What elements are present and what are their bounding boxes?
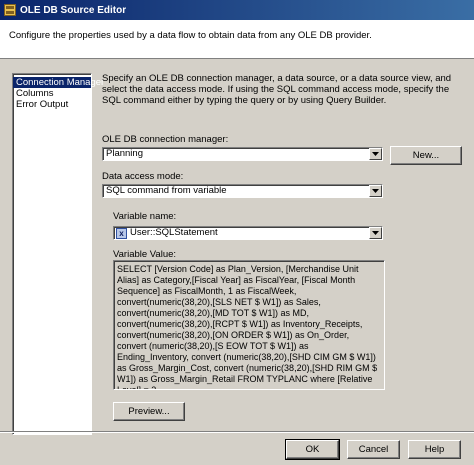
preview-button[interactable]: Preview... xyxy=(113,402,185,421)
variable-icon: x xyxy=(116,227,127,239)
connection-manager-select[interactable]: Planning xyxy=(102,147,383,161)
variable-name-label: Variable name: xyxy=(113,211,177,222)
footer-separator xyxy=(0,431,474,433)
nav-item-connection-manager[interactable]: Connection Manager xyxy=(13,77,104,88)
ok-button[interactable]: OK xyxy=(285,439,340,460)
access-mode-label: Data access mode: xyxy=(102,171,184,182)
header-description: Configure the properties used by a data … xyxy=(9,30,372,41)
page-description: Specify an OLE DB connection manager, a … xyxy=(102,73,452,106)
connection-manager-label: OLE DB connection manager: xyxy=(102,134,229,145)
title-bar: OLE DB Source Editor xyxy=(0,0,474,20)
nav-item-columns[interactable]: Columns xyxy=(13,88,91,99)
chevron-down-icon[interactable] xyxy=(369,148,382,160)
variable-name-value: User::SQLStatement xyxy=(130,227,218,238)
variable-name-select[interactable]: x User::SQLStatement xyxy=(113,226,383,240)
nav-item-error-output[interactable]: Error Output xyxy=(13,99,91,110)
header-panel: Configure the properties used by a data … xyxy=(0,20,474,59)
window-app-icon xyxy=(4,4,16,16)
variable-value-text[interactable]: SELECT [Version Code] as Plan_Version, [… xyxy=(113,260,385,390)
chevron-down-icon[interactable] xyxy=(369,185,382,197)
access-mode-select[interactable]: SQL command from variable xyxy=(102,184,383,198)
help-button[interactable]: Help xyxy=(408,440,461,459)
variable-value-label: Variable Value: xyxy=(113,249,177,260)
connection-manager-value: Planning xyxy=(106,148,143,159)
page-navigation-list: Connection Manager Columns Error Output xyxy=(12,73,104,435)
chevron-down-icon[interactable] xyxy=(369,227,382,239)
new-connection-button[interactable]: New... xyxy=(390,146,462,165)
window-title: OLE DB Source Editor xyxy=(20,4,127,16)
cancel-button[interactable]: Cancel xyxy=(347,440,400,459)
access-mode-value: SQL command from variable xyxy=(106,185,227,196)
